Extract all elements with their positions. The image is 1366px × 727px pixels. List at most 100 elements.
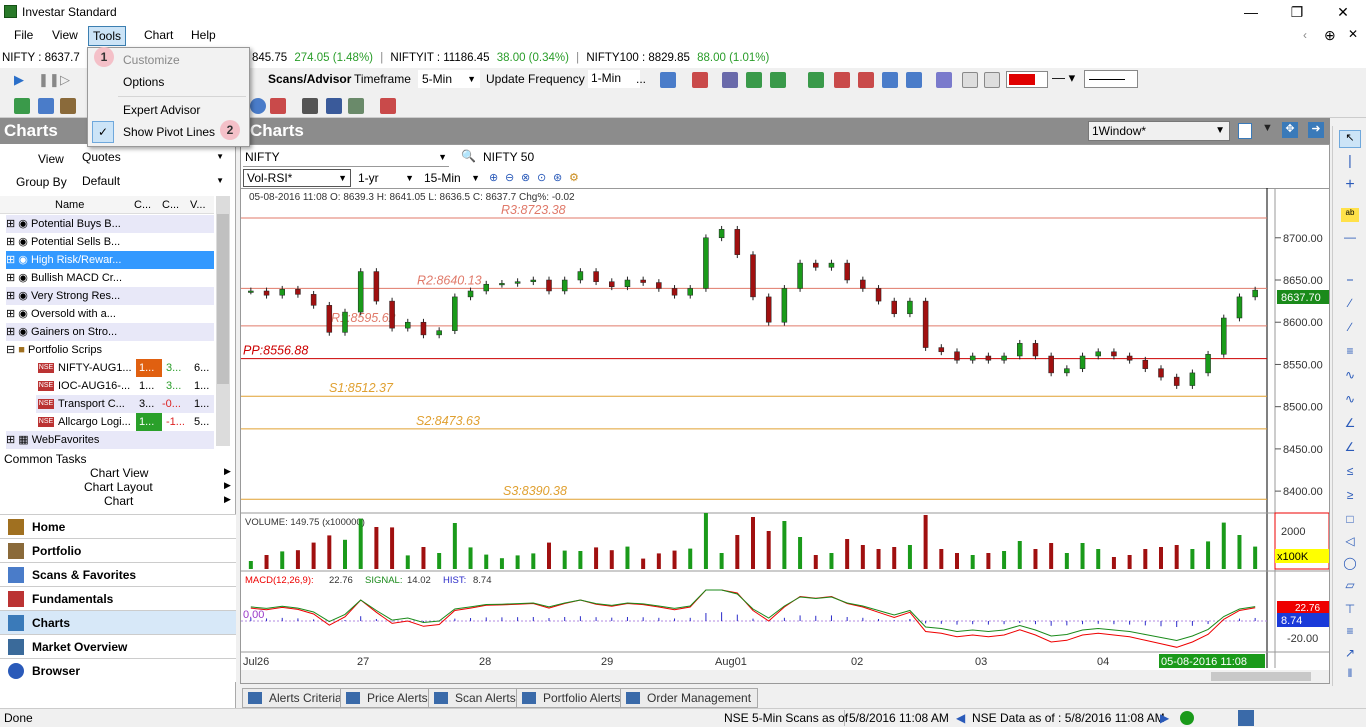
- cycle-lines-icon[interactable]: ‖: [1339, 666, 1361, 686]
- tree-item[interactable]: ⊞ ◉ Bullish MACD Cr...: [6, 269, 214, 287]
- pointer-icon[interactable]: ↖: [1339, 130, 1361, 148]
- erase-icon[interactable]: [834, 72, 850, 88]
- export-icon[interactable]: [348, 98, 364, 114]
- col-name[interactable]: Name: [55, 196, 84, 214]
- scans-advisor-button[interactable]: Scans/Advisor: [268, 72, 351, 86]
- ellipse-icon[interactable]: ◯: [1339, 556, 1361, 576]
- tree-item[interactable]: ⊞ ◉ Potential Buys B...: [6, 215, 214, 233]
- list-icon[interactable]: [984, 72, 1000, 88]
- ray-icon[interactable]: ⎯: [1339, 272, 1361, 292]
- tab-scan-alerts[interactable]: Scan Alerts: [428, 688, 523, 708]
- refresh-icon[interactable]: [14, 98, 30, 114]
- dock-icon[interactable]: ➜: [1308, 122, 1324, 138]
- zoom-fit-icon[interactable]: ⊗: [521, 171, 530, 184]
- drawing-icon[interactable]: [808, 72, 824, 88]
- play-icon[interactable]: ▶: [14, 72, 24, 88]
- regression-icon[interactable]: ≡: [1339, 624, 1361, 644]
- back-arrow-icon[interactable]: ‹: [1303, 28, 1307, 42]
- maximize-button[interactable]: ❐: [1274, 0, 1320, 24]
- maximize-chart-icon[interactable]: ✥: [1282, 122, 1298, 138]
- arrow-icon[interactable]: ↗: [1339, 646, 1361, 666]
- group-by-select[interactable]: Default ▼: [80, 172, 228, 190]
- horizontal-line-icon[interactable]: —: [1339, 230, 1361, 250]
- zigzag-icon[interactable]: ∿: [1339, 368, 1361, 388]
- nav-fundamentals[interactable]: Fundamentals: [0, 586, 236, 610]
- zoom-reset-icon[interactable]: ⊙: [537, 171, 546, 184]
- update-frequency-select[interactable]: 1-Min: [588, 70, 640, 88]
- scrip-row[interactable]: NSE IOC-AUG16-... 1... 3... 1...: [36, 377, 214, 395]
- tab-portfolio-alerts[interactable]: Portfolio Alerts: [516, 688, 628, 708]
- tab-order-management[interactable]: Order Management: [620, 688, 759, 708]
- menu-file[interactable]: File: [10, 28, 37, 42]
- settings-icon[interactable]: ⚙: [569, 171, 579, 184]
- menu-chart[interactable]: Chart: [140, 28, 177, 42]
- text-tool-icon[interactable]: ab: [1341, 208, 1359, 222]
- tree-item[interactable]: ⊞ ◉ Very Strong Res...: [6, 287, 214, 305]
- angle-icon[interactable]: ∠: [1339, 416, 1361, 436]
- symbol-search-icon[interactable]: 🔍: [461, 149, 476, 163]
- menu-view[interactable]: View: [48, 28, 82, 42]
- fib-fan-icon[interactable]: ≥: [1339, 488, 1361, 508]
- col-v[interactable]: V...: [190, 196, 206, 214]
- save-icon[interactable]: [326, 98, 342, 114]
- menu-item-options[interactable]: Options: [88, 71, 249, 93]
- overlay-icon[interactable]: [770, 72, 786, 88]
- rectangle-icon[interactable]: □: [1339, 512, 1361, 532]
- nav-portfolio[interactable]: Portfolio: [0, 538, 236, 562]
- menu-help[interactable]: Help: [187, 28, 220, 42]
- zoom-in-icon[interactable]: ⊕: [489, 171, 498, 184]
- zoom-tool-icon[interactable]: [722, 72, 738, 88]
- studies-icon[interactable]: [882, 72, 898, 88]
- nav-charts[interactable]: Charts: [0, 610, 236, 634]
- sheet-icon[interactable]: [962, 72, 978, 88]
- vertical-line-icon[interactable]: |: [1339, 152, 1361, 172]
- up-circle-icon[interactable]: ⊕: [1324, 27, 1336, 44]
- price-chart[interactable]: 05-08-2016 11:08 O: 8639.3 H: 8641.05 L:…: [241, 188, 1329, 683]
- interval-select[interactable]: 15-Min ▼: [421, 169, 483, 187]
- scrip-row[interactable]: NSE Transport C... 3... -0... 1...: [36, 395, 214, 413]
- next-icon[interactable]: ▶: [1160, 709, 1169, 727]
- wave-icon[interactable]: ∿: [1339, 392, 1361, 412]
- task-chart[interactable]: Chart ▶: [104, 494, 231, 508]
- line-width-select[interactable]: [1084, 70, 1138, 88]
- close-panel-icon[interactable]: ✕: [1348, 27, 1358, 41]
- fan-icon[interactable]: ≤: [1339, 464, 1361, 484]
- col-c1[interactable]: C...: [134, 196, 151, 214]
- grid-icon[interactable]: [38, 98, 54, 114]
- tab-alerts-criteria[interactable]: Alerts Criteria: [242, 688, 349, 708]
- bars-icon[interactable]: [906, 72, 922, 88]
- fib-icon[interactable]: ≡: [1339, 344, 1361, 364]
- nav-browser[interactable]: Browser: [0, 658, 236, 682]
- template-icon[interactable]: [936, 72, 952, 88]
- trendline-icon[interactable]: ∕: [1339, 296, 1361, 316]
- color-picker[interactable]: [1006, 71, 1048, 88]
- tree-item[interactable]: ⊟ ■ Portfolio Scrips: [6, 341, 214, 359]
- view-select[interactable]: Quotes ▼: [80, 148, 228, 166]
- tree-item[interactable]: ⊞ ◉ Oversold with a...: [6, 305, 214, 323]
- nav-home[interactable]: Home: [0, 514, 236, 538]
- gann-icon[interactable]: ∠: [1339, 440, 1361, 460]
- alert-icon[interactable]: [270, 98, 286, 114]
- print-icon[interactable]: [302, 98, 318, 114]
- scrip-row[interactable]: NSE Allcargo Logi... 1... -1... 5...: [36, 413, 214, 431]
- nav-scans[interactable]: Scans & Favorites: [0, 562, 236, 586]
- pause-icon[interactable]: ❚❚: [38, 72, 60, 88]
- parallelogram-icon[interactable]: ▱: [1339, 578, 1361, 598]
- indicator-icon[interactable]: [692, 72, 708, 88]
- tree-item[interactable]: ⊞ ◉ Potential Sells B...: [6, 233, 214, 251]
- period-select[interactable]: 1-yr ▼: [355, 169, 417, 187]
- tab-price-alerts[interactable]: Price Alerts: [340, 688, 435, 708]
- help-icon[interactable]: [250, 98, 266, 114]
- task-chart-view[interactable]: Chart View ▶: [90, 466, 231, 480]
- more-button[interactable]: ...: [636, 72, 646, 86]
- indicator-select[interactable]: Vol-RSI* ▼: [243, 169, 351, 187]
- window-select[interactable]: 1Window* ▼: [1088, 121, 1230, 141]
- symbol-input[interactable]: NIFTY ▼: [243, 149, 449, 167]
- chart-tool-icon[interactable]: [660, 72, 676, 88]
- close-button[interactable]: ✕: [1320, 0, 1366, 24]
- layout-dropdown-icon[interactable]: ▼: [1262, 122, 1273, 134]
- tree-item[interactable]: ⊞ ◉ High Risk/Rewar...: [6, 251, 214, 269]
- tree-scrollbar[interactable]: [216, 196, 230, 446]
- tree-item[interactable]: ⊞ ◉ Gainers on Stro...: [6, 323, 214, 341]
- zoom-area-icon[interactable]: ⊛: [553, 171, 562, 184]
